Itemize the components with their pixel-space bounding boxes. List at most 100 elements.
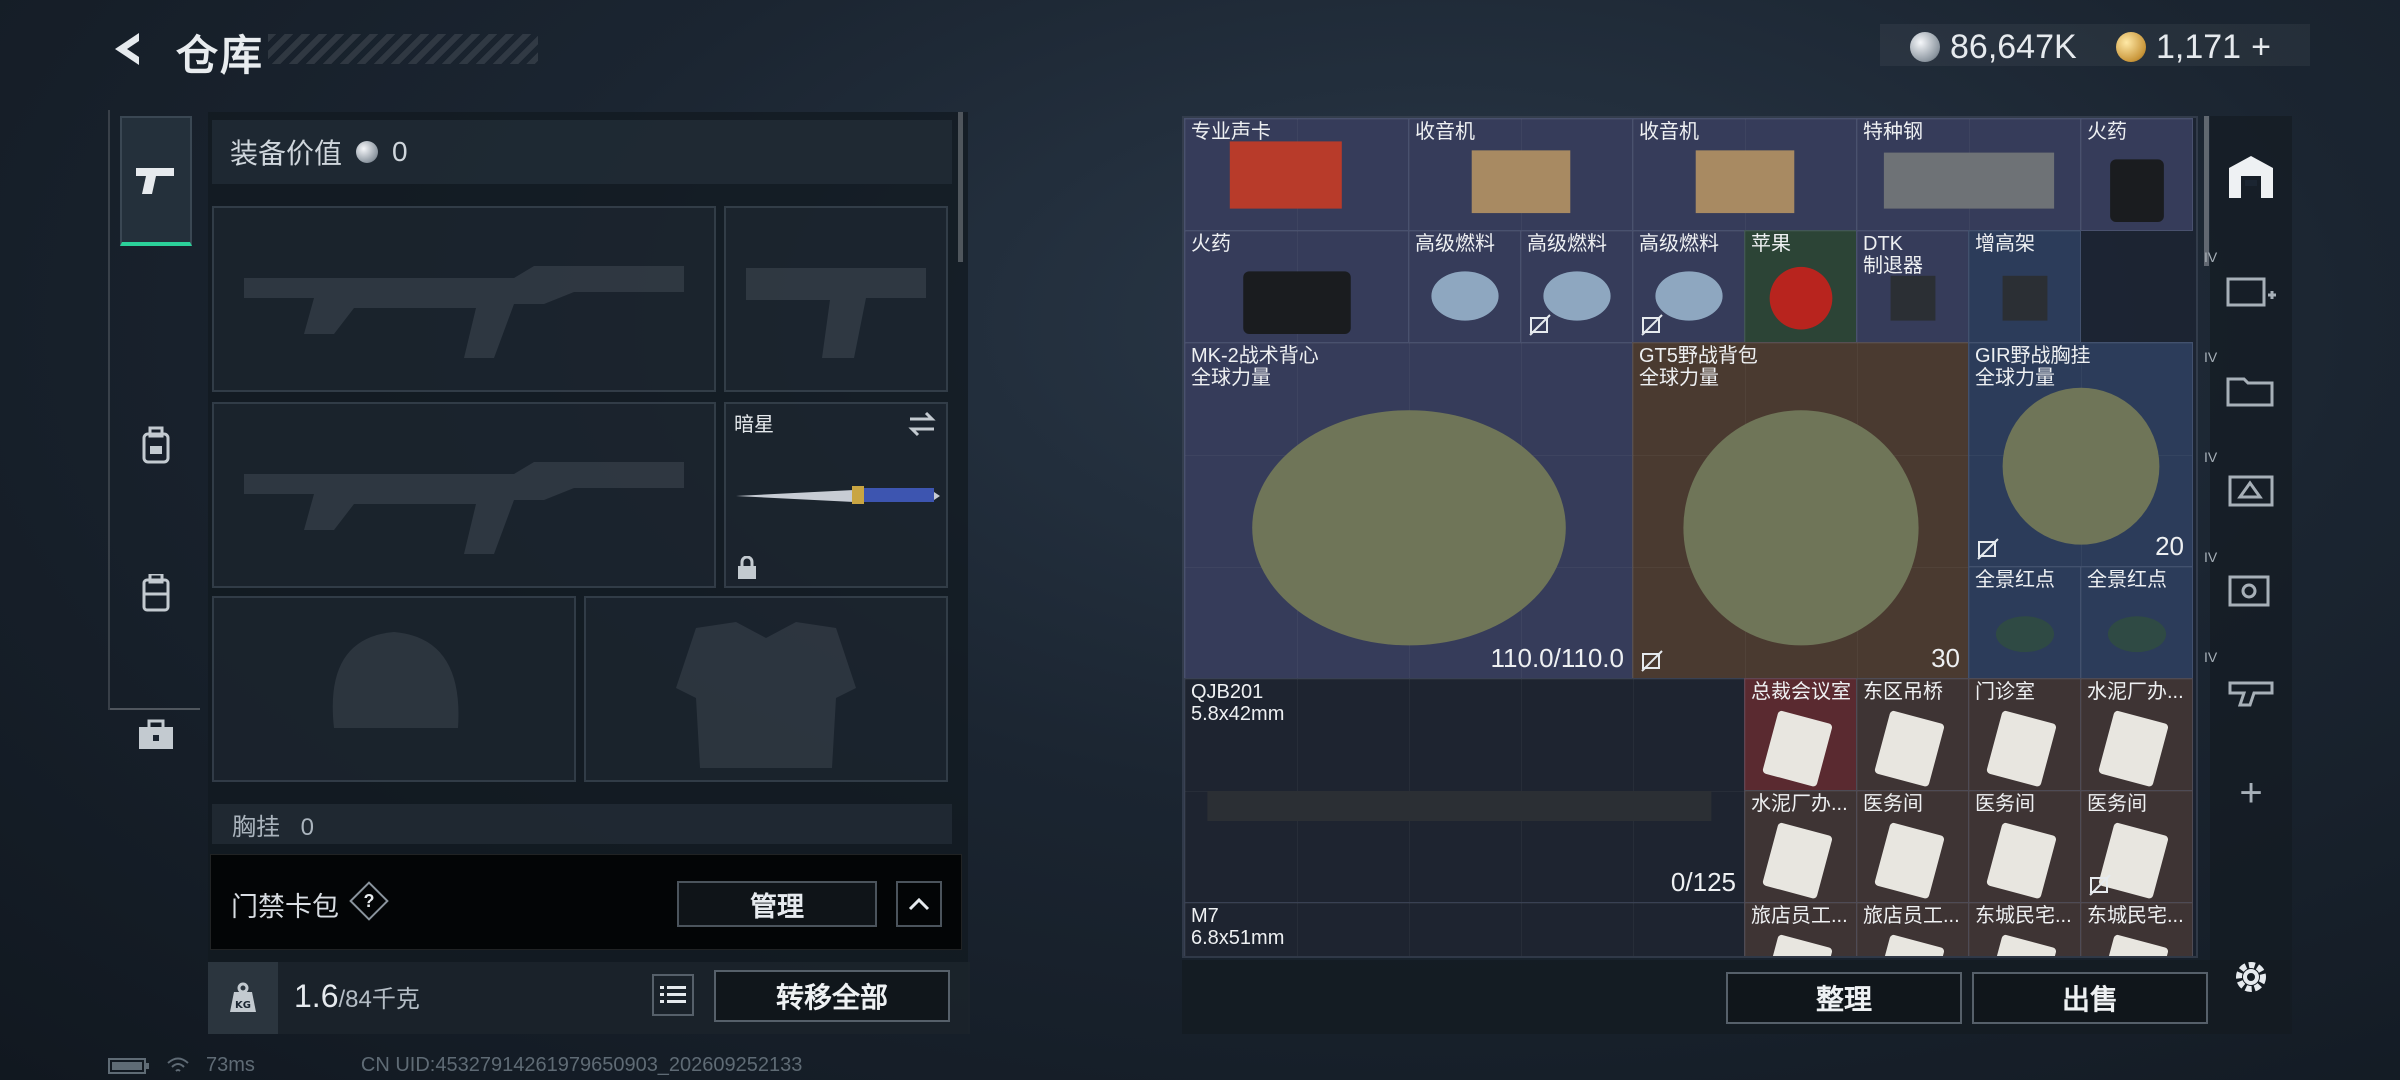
- inventory-item[interactable]: 旅店员工...: [1856, 902, 1969, 956]
- item-name: 门诊室: [1975, 681, 2035, 703]
- inventory-item[interactable]: 专业声卡: [1184, 118, 1409, 231]
- inventory-item[interactable]: 东城民宅...: [1968, 902, 2081, 956]
- swap-icon[interactable]: [906, 410, 938, 438]
- silver-currency: 86,647K: [1910, 28, 2077, 66]
- no-insurance-icon: [1529, 314, 1551, 336]
- item-name: 总裁会议室: [1751, 681, 1851, 703]
- weight-current: 1.6: [294, 978, 339, 1014]
- inventory-item[interactable]: 火药: [2080, 118, 2193, 231]
- inventory-item[interactable]: 特种钢: [1856, 118, 2081, 231]
- inventory-item[interactable]: 火药: [1184, 230, 1409, 343]
- tab-storage-expand-3[interactable]: IV: [2204, 448, 2292, 538]
- inventory-item[interactable]: 东区吊桥: [1856, 678, 1969, 791]
- inventory-item[interactable]: GIR野战胸挂 全球力量 20: [1968, 342, 2193, 567]
- manage-button[interactable]: 管理: [677, 881, 877, 927]
- sell-button[interactable]: 出售: [1972, 972, 2208, 1024]
- helmet-slot[interactable]: [212, 596, 576, 782]
- inventory-item[interactable]: QJB201 5.8x42mm 0/125: [1184, 678, 1745, 903]
- chest-rig-label: 胸挂: [232, 814, 280, 841]
- inventory-item[interactable]: 高级燃料: [1632, 230, 1745, 343]
- back-button[interactable]: [104, 24, 154, 74]
- chest-rig-count: 0: [300, 814, 315, 841]
- tab-gear[interactable]: [120, 528, 192, 658]
- storage-folder-icon: IV: [2204, 349, 2276, 414]
- left-category-tabs: [108, 110, 200, 749]
- inventory-item[interactable]: 收音机: [1408, 118, 1633, 231]
- storage-expand-icon: IV: [2204, 249, 2276, 314]
- storage-safe-icon: IV: [2204, 549, 2276, 614]
- item-name: 专业声卡: [1191, 121, 1271, 143]
- item-name: 医务间: [2087, 793, 2147, 815]
- item-name: 水泥厂办...: [1751, 793, 1848, 815]
- warehouse-icon: [2229, 156, 2273, 198]
- item-quantity: 20: [2155, 531, 2184, 561]
- gold-currency[interactable]: 1,171 +: [2116, 28, 2271, 66]
- rifle-silhouette-icon: [244, 266, 684, 358]
- secondary-weapon-slot[interactable]: [212, 402, 716, 588]
- transfer-all-button[interactable]: 转移全部: [714, 970, 950, 1022]
- item-name: 东城民宅...: [2087, 905, 2184, 927]
- inventory-item[interactable]: 东城民宅...: [2080, 902, 2193, 956]
- chest-rig-row[interactable]: 胸挂 0: [212, 804, 952, 844]
- inventory-item[interactable]: 医务间: [1968, 790, 2081, 903]
- gold-amount: 1,171: [2156, 27, 2242, 66]
- loadout-scrollbar[interactable]: [958, 112, 963, 262]
- inventory-item[interactable]: 水泥厂办...: [2080, 678, 2193, 791]
- primary-weapon-slot[interactable]: [212, 206, 716, 392]
- inventory-item[interactable]: 总裁会议室: [1744, 678, 1857, 791]
- add-gold-icon[interactable]: +: [2251, 28, 2271, 67]
- backpack-icon: [142, 426, 170, 464]
- sidearm-slot[interactable]: [724, 206, 948, 392]
- battery-icon: [108, 1057, 149, 1074]
- inventory-item[interactable]: 增高架: [1968, 230, 2081, 343]
- inventory-item[interactable]: 高级燃料: [1408, 230, 1521, 343]
- title-decoration: [268, 34, 538, 64]
- inventory-item[interactable]: 旅店员工...: [1744, 902, 1857, 956]
- melee-slot[interactable]: 暗星: [724, 402, 948, 588]
- add-storage-tab-button[interactable]: +: [2210, 748, 2292, 838]
- item-name: 旅店员工...: [1863, 905, 1960, 927]
- inventory-item[interactable]: 收音机: [1632, 118, 1857, 231]
- silver-amount: 86,647K: [1950, 27, 2077, 66]
- inventory-item[interactable]: 医务间: [2080, 790, 2193, 903]
- inventory-grid[interactable]: 专业声卡 收音机 收音机 特种钢 火药 火药 高级燃料 高级燃料 高级燃料 苹果 DTK 制退器 增高架…: [1182, 116, 2198, 958]
- inventory-item[interactable]: M7 6.8x51mm: [1184, 902, 1745, 956]
- lock-icon: [738, 556, 756, 579]
- settings-button[interactable]: [2210, 932, 2292, 1022]
- inventory-item[interactable]: 医务间: [1856, 790, 1969, 903]
- inventory-item[interactable]: 全景红点: [2080, 566, 2193, 679]
- item-name: 东城民宅...: [1975, 905, 2072, 927]
- armor-slot[interactable]: [584, 596, 948, 782]
- item-name: GT5野战背包 全球力量: [1639, 345, 1758, 389]
- inventory-item[interactable]: 高级燃料: [1520, 230, 1633, 343]
- inventory-item[interactable]: 全景红点: [1968, 566, 2081, 679]
- sort-button[interactable]: 整理: [1726, 972, 1962, 1024]
- help-icon[interactable]: ?: [349, 881, 389, 921]
- item-name: MK-2战术背心 全球力量: [1191, 345, 1319, 389]
- item-name: 东区吊桥: [1863, 681, 1943, 703]
- inventory-item[interactable]: 门诊室: [1968, 678, 2081, 791]
- item-name: GIR野战胸挂 全球力量: [1975, 345, 2091, 389]
- tab-storage-expand-4[interactable]: IV: [2204, 548, 2292, 638]
- inventory-item[interactable]: 苹果: [1744, 230, 1857, 343]
- tab-weapons[interactable]: [120, 116, 192, 246]
- no-insurance-icon: [1641, 650, 1663, 672]
- tab-ammo[interactable]: [120, 380, 192, 510]
- list-view-button[interactable]: [652, 974, 694, 1016]
- item-name: 收音机: [1415, 121, 1475, 143]
- toolbox-icon: [139, 719, 173, 749]
- expand-button[interactable]: [896, 881, 942, 927]
- inventory-item[interactable]: 水泥厂办...: [1744, 790, 1857, 903]
- tab-toolbox[interactable]: [120, 670, 192, 800]
- tactical-vest-icon: [1252, 410, 1566, 646]
- tab-storage-expand-1[interactable]: IV: [2204, 248, 2292, 338]
- tab-storage-expand-5[interactable]: IV: [2204, 648, 2292, 738]
- inventory-item[interactable]: GT5野战背包 全球力量 30: [1632, 342, 1969, 679]
- keycard-pack: 门禁卡包 ? 管理: [210, 854, 962, 950]
- tab-storage-expand-2[interactable]: IV: [2204, 348, 2292, 438]
- inventory-item[interactable]: MK-2战术背心 全球力量 110.0/110.0: [1184, 342, 1633, 679]
- inventory-item[interactable]: DTK 制退器: [1856, 230, 1969, 343]
- tab-main-storage[interactable]: [2210, 132, 2292, 222]
- inventory-scrollbar[interactable]: [2204, 116, 2209, 266]
- svg-text:KG: KG: [235, 1000, 251, 1011]
